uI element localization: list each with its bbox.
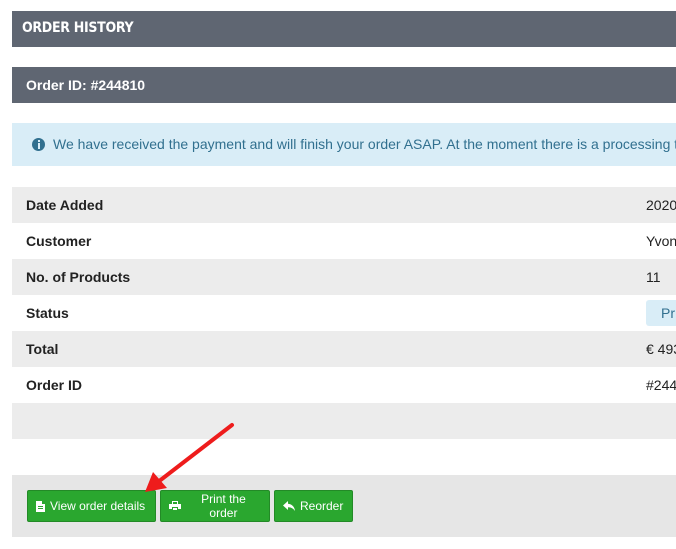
table-row: Customer Yvonne (12, 223, 676, 259)
customer-label: Customer (26, 233, 92, 249)
total-value: € 493 (646, 341, 676, 357)
reorder-button[interactable]: Reorder (274, 490, 353, 522)
order-id-label: Order ID (26, 377, 83, 393)
order-details-table: Date Added 2020 Customer Yvonne No. of P… (12, 187, 676, 439)
customer-value: Yvonne (646, 233, 676, 249)
order-history-header: ORDER HISTORY (12, 11, 676, 47)
products-value: 11 (646, 269, 661, 285)
payment-info-alert: We have received the payment and will fi… (12, 123, 676, 166)
view-order-details-label: View order details (50, 499, 146, 513)
table-row-empty (12, 403, 676, 439)
table-row: Date Added 2020 (12, 187, 676, 223)
total-label: Total (26, 341, 59, 357)
printer-icon (169, 501, 181, 511)
table-row: No. of Products 11 (12, 259, 676, 295)
section-title: ORDER HISTORY (22, 20, 134, 36)
table-row: Order ID #244 (12, 367, 676, 403)
products-label: No. of Products (26, 269, 131, 285)
table-row: Status Pr (12, 295, 676, 331)
date-added-label: Date Added (26, 197, 104, 213)
info-circle-icon (32, 138, 45, 151)
status-label: Status (26, 305, 69, 321)
order-id-header: Order ID: #244810 (12, 67, 676, 103)
print-order-button[interactable]: Print the order (160, 490, 270, 522)
view-order-details-button[interactable]: View order details (27, 490, 156, 522)
reorder-label: Reorder (300, 499, 344, 513)
reply-icon (283, 500, 295, 511)
file-icon (36, 500, 45, 512)
order-id-value: #244 (646, 377, 676, 393)
status-badge: Pr (646, 300, 676, 326)
table-row: Total € 493 (12, 331, 676, 367)
date-added-value: 2020 (646, 197, 676, 213)
order-id-title: Order ID: #244810 (26, 77, 146, 93)
print-order-label: Print the order (201, 492, 246, 520)
alert-text: We have received the payment and will fi… (53, 136, 676, 152)
